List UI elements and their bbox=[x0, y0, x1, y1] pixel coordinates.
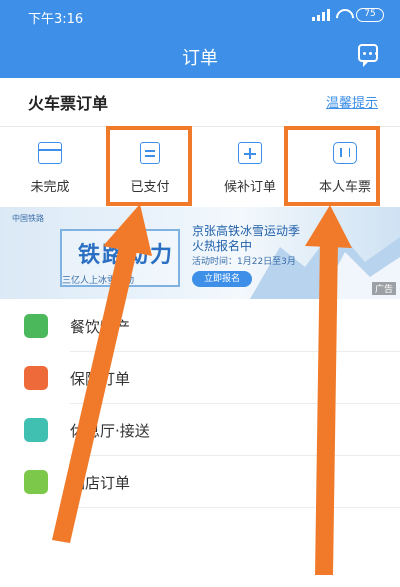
banner-date: 活动时间：1月22日至3月 bbox=[192, 257, 296, 267]
battery-icon: 75 bbox=[356, 8, 384, 22]
shield-icon bbox=[24, 366, 48, 390]
list-item-label: 休息厅·接送 bbox=[70, 422, 150, 440]
page-title: 订单 bbox=[182, 48, 218, 69]
list-item-insurance[interactable]: 保险订单 bbox=[0, 352, 400, 404]
food-icon bbox=[24, 314, 48, 338]
banner-headline: 铁路动力 bbox=[78, 243, 175, 268]
signal-icon bbox=[312, 9, 330, 21]
unfinished-orders-label: 未完成 bbox=[30, 180, 70, 195]
unfinished-orders-button[interactable]: 未完成 bbox=[0, 128, 100, 206]
app-header: 下午3:16 75 订单 bbox=[0, 0, 400, 78]
banner-title-line2: 火热报名中 bbox=[192, 239, 253, 253]
status-time: 下午3:16 bbox=[28, 12, 84, 27]
hotel-icon bbox=[24, 470, 48, 494]
message-icon[interactable] bbox=[358, 44, 378, 67]
status-bar: 下午3:16 75 bbox=[0, 0, 400, 30]
list-item-label: 酒店订单 bbox=[70, 474, 131, 492]
list-item-lounge[interactable]: 休息厅·接送 bbox=[0, 404, 400, 456]
divider bbox=[70, 507, 400, 508]
highlight-box-my-tickets bbox=[284, 126, 380, 206]
train-orders-title: 火车票订单 bbox=[28, 94, 109, 113]
railway-logo: 中国铁路 bbox=[12, 214, 44, 223]
lounge-icon bbox=[24, 418, 48, 442]
tips-link[interactable]: 温馨提示 bbox=[326, 92, 378, 111]
status-icons: 75 bbox=[312, 8, 384, 22]
wifi-icon bbox=[336, 9, 350, 21]
signup-button[interactable]: 立即报名 bbox=[192, 271, 252, 287]
ad-badge: 广告 bbox=[371, 282, 396, 295]
list-item-label: 保险订单 bbox=[70, 370, 131, 388]
list-item-food[interactable]: 餐饮特产 bbox=[0, 300, 400, 352]
card-icon bbox=[38, 142, 62, 164]
highlight-box-paid bbox=[106, 126, 192, 206]
calendar-plus-icon bbox=[238, 142, 262, 164]
promo-banner[interactable]: 中国铁路 铁路动力 三亿人上冰雪运动 京张高铁冰雪运动季 火热报名中 活动时间：… bbox=[0, 207, 400, 299]
list-item-label: 餐饮特产 bbox=[70, 318, 131, 336]
banner-subtext: 三亿人上冰雪运动 bbox=[62, 276, 135, 286]
list-item-hotel[interactable]: 酒店订单 bbox=[0, 456, 400, 508]
